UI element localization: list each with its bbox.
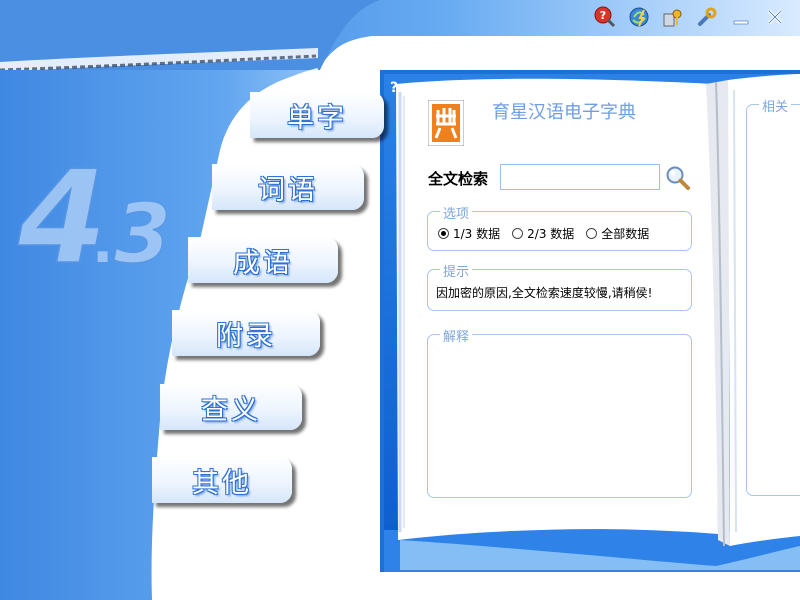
radio-label: 2/3 数据 xyxy=(527,227,575,241)
related-legend: 相关 xyxy=(759,96,792,115)
register-icon xyxy=(663,9,682,27)
tips-group: 提示 因加密的原因,全文检索速度较慢,请稍侯! xyxy=(427,261,692,311)
nav-tab-appendix[interactable]: 附录 xyxy=(172,310,320,356)
nav-tab-label: 查义 xyxy=(201,394,261,426)
dictionary-logo-icon xyxy=(428,100,464,146)
explanation-panel[interactable]: 解释 xyxy=(427,326,692,498)
tips-text: 因加密的原因,全文检索速度较慢,请稍侯! xyxy=(436,286,653,300)
related-panel[interactable]: 相关 xyxy=(746,96,800,496)
wrench-icon xyxy=(698,7,717,26)
search-label: 全文检索 xyxy=(428,170,489,188)
help-icon: ? xyxy=(594,6,616,28)
radio-one-third[interactable]: 1/3 数据 xyxy=(438,225,500,242)
close-icon xyxy=(767,9,783,25)
search-input[interactable] xyxy=(500,164,660,190)
radio-label: 全部数据 xyxy=(601,227,650,241)
data-scope-radios: 1/3 数据 2/3 数据 全部数据 xyxy=(438,225,649,242)
radio-two-thirds[interactable]: 2/3 数据 xyxy=(512,225,574,242)
toolbar: ? xyxy=(594,6,786,28)
radio-indicator xyxy=(438,228,449,239)
nav-tab-label: 单字 xyxy=(287,102,347,134)
nav-tab-single-char[interactable]: 单字 xyxy=(250,92,384,138)
radio-indicator xyxy=(586,228,598,239)
nav-tab-other[interactable]: 其他 xyxy=(152,457,292,503)
radio-all-data[interactable]: 全部数据 xyxy=(586,225,649,242)
tips-legend: 提示 xyxy=(440,261,473,280)
update-icon xyxy=(629,7,649,27)
minimize-icon xyxy=(733,20,749,25)
svg-text:.: . xyxy=(92,211,113,276)
app-title: 育星汉语电子字典 xyxy=(492,102,636,123)
nav-tab-label: 成语 xyxy=(233,247,293,279)
close-button[interactable] xyxy=(764,6,786,28)
svg-text:?: ? xyxy=(600,9,606,22)
app-window: 4 . 3 ? 单字 词语 成语 附录 查义 其他 ? 育星汉语电子字典 全文检… xyxy=(0,0,800,600)
nav-tab-label: 其他 xyxy=(192,467,252,499)
register-button[interactable] xyxy=(662,6,684,28)
nav-tab-idioms[interactable]: 成语 xyxy=(188,237,338,283)
radio-label: 1/3 数据 xyxy=(453,227,501,241)
nav-tab-label: 附录 xyxy=(216,320,276,352)
options-group: 选项 1/3 数据 2/3 数据 全部数据 xyxy=(427,203,692,251)
search-icon[interactable] xyxy=(664,164,692,192)
nav-tab-words[interactable]: 词语 xyxy=(212,164,364,210)
radio-indicator xyxy=(512,228,524,239)
help-button[interactable]: ? xyxy=(594,6,616,28)
update-button[interactable] xyxy=(628,6,650,28)
svg-text:3: 3 xyxy=(114,187,171,282)
settings-button[interactable] xyxy=(696,6,718,28)
minimize-button[interactable] xyxy=(730,6,752,28)
options-legend: 选项 xyxy=(440,203,473,222)
nav-tab-lookup-meaning[interactable]: 查义 xyxy=(160,384,302,430)
explanation-legend: 解释 xyxy=(440,326,473,345)
help-question-button[interactable]: ? xyxy=(390,80,398,96)
nav-tab-label: 词语 xyxy=(258,174,318,206)
